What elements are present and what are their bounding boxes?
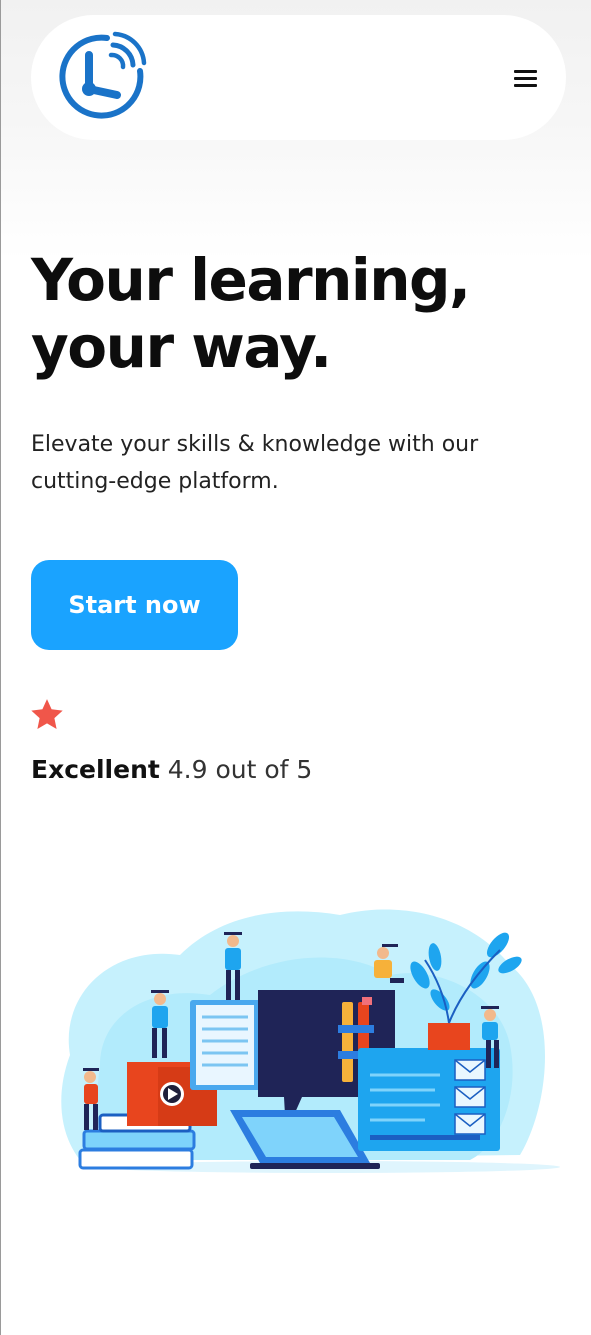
menu-line — [514, 76, 537, 80]
online-learning-illustration — [61, 909, 560, 1173]
logo-link[interactable] — [55, 31, 147, 123]
hero-title: Your learning, your way. — [31, 247, 551, 381]
hamburger-menu-button[interactable] — [511, 65, 541, 91]
hero-title-line-1: Your learning, — [31, 246, 471, 314]
rating-label: Excellent — [31, 755, 160, 784]
page-edge-line — [0, 0, 1, 1335]
menu-line — [514, 69, 537, 73]
start-now-button[interactable]: Start now — [31, 560, 238, 650]
clock-signal-logo-icon — [59, 31, 147, 119]
rating-text: Excellent 4.9 out of 5 — [31, 755, 312, 784]
star-icon — [31, 699, 63, 730]
menu-line — [514, 83, 537, 87]
header-bar — [31, 15, 566, 140]
hero-title-line-2: your way. — [31, 313, 332, 381]
rating-value: 4.9 out of 5 — [167, 755, 313, 784]
hero-subtitle: Elevate your skills & knowledge with our… — [31, 432, 479, 494]
